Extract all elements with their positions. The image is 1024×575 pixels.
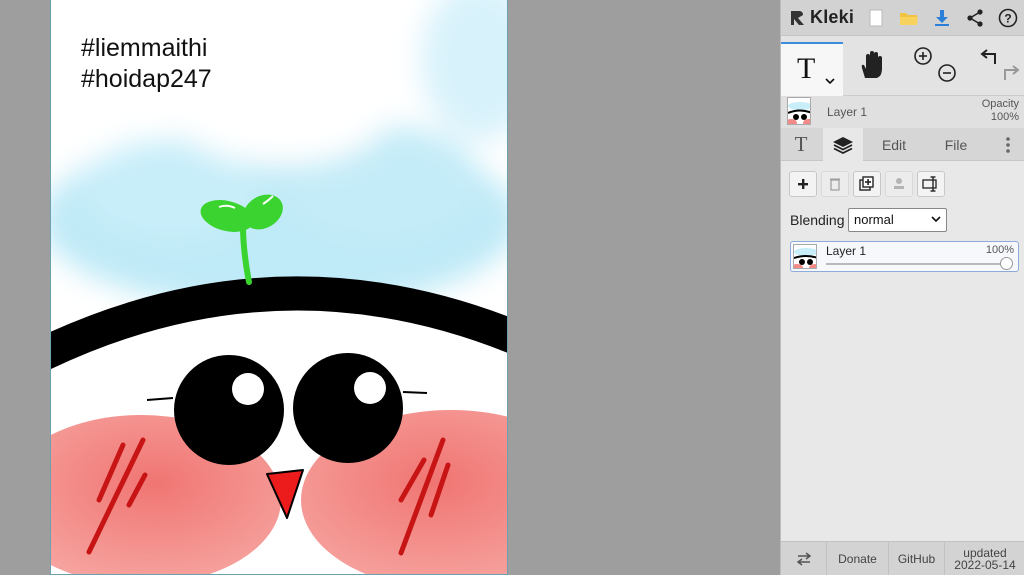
layer-opacity-readout: Opacity 100% xyxy=(982,98,1019,124)
canvas-text-line-1: #liemmaithi xyxy=(81,34,208,62)
share-icon xyxy=(967,8,983,27)
right-eyelash xyxy=(402,391,428,394)
current-layer-thumbnail[interactable] xyxy=(787,97,811,125)
drawing-canvas[interactable]: #liemmaithi #hoidap247 xyxy=(50,0,508,575)
updated-info[interactable]: updated 2022-05-14 xyxy=(945,542,1024,575)
tab-text[interactable]: T xyxy=(781,128,821,161)
layer-list-item[interactable]: Layer 1 100% xyxy=(790,241,1019,272)
text-tool-button[interactable]: T xyxy=(781,42,843,96)
undo-icon[interactable] xyxy=(980,49,996,64)
hand-tool-icon xyxy=(861,51,882,78)
kleki-logo-icon xyxy=(791,10,804,25)
hand-tool-button[interactable] xyxy=(849,50,893,86)
zoom-controls xyxy=(909,44,957,92)
blending-select[interactable]: normal xyxy=(848,208,947,232)
new-file-button[interactable] xyxy=(859,0,892,36)
tab-edit[interactable]: Edit xyxy=(869,128,919,161)
blending-value: normal xyxy=(854,212,894,227)
help-icon: ? xyxy=(999,8,1018,27)
merge-down-button[interactable] xyxy=(885,171,913,197)
right-eye xyxy=(293,353,403,463)
open-file-button[interactable] xyxy=(892,0,925,36)
zoom-out-icon[interactable] xyxy=(938,64,956,82)
download-button[interactable] xyxy=(926,0,959,36)
current-layer-info: Layer 1 Opacity 100% xyxy=(781,96,1024,128)
rename-layer-button[interactable] xyxy=(917,171,945,197)
undo-redo-controls xyxy=(977,44,1023,92)
donate-link[interactable]: Donate xyxy=(827,542,889,575)
swap-arrows-icon xyxy=(796,552,811,566)
tool-row: T xyxy=(781,36,1024,96)
updated-date: 2022-05-14 xyxy=(954,558,1016,572)
layer-opacity-slider-handle[interactable] xyxy=(1000,257,1013,270)
layers-panel: Blending normal Layer 1 100% xyxy=(781,161,1024,541)
panel-tabs: T Edit File xyxy=(781,128,1024,161)
layer-name: Layer 1 xyxy=(826,244,867,258)
canvas-workspace[interactable]: #liemmaithi #hoidap247 xyxy=(0,0,780,575)
text-tab-icon: T xyxy=(794,132,808,156)
app-name: Kleki xyxy=(810,7,855,27)
layer-opacity-slider[interactable] xyxy=(826,263,1009,265)
layer-opacity: 100% xyxy=(985,244,1014,256)
delete-layer-button[interactable] xyxy=(821,171,849,197)
svg-text:?: ? xyxy=(1005,11,1012,25)
duplicate-layer-icon xyxy=(859,176,874,191)
sidebar-footer: Donate GitHub updated 2022-05-14 xyxy=(781,541,1024,575)
top-bar: Kleki ? xyxy=(781,0,1024,36)
duplicate-layer-button[interactable] xyxy=(853,171,881,197)
more-vertical-icon xyxy=(1006,136,1010,153)
rename-layer-icon xyxy=(922,176,937,192)
chevron-down-icon[interactable] xyxy=(825,74,835,88)
delete-layer-icon xyxy=(830,178,840,191)
canvas-text-line-2: #hoidap247 xyxy=(81,65,212,93)
tab-layers[interactable] xyxy=(823,128,863,161)
left-eye-highlight xyxy=(232,373,264,405)
add-layer-icon xyxy=(798,179,808,189)
open-folder-icon xyxy=(899,12,918,25)
share-button[interactable] xyxy=(959,0,992,36)
current-layer-name: Layer 1 xyxy=(827,105,868,119)
redo-icon[interactable] xyxy=(1004,65,1020,80)
opacity-value: 100% xyxy=(990,111,1019,123)
layer-thumbnail xyxy=(793,244,817,269)
github-link[interactable]: GitHub xyxy=(889,542,945,575)
layers-icon xyxy=(833,136,853,154)
blending-label: Blending xyxy=(790,212,845,228)
zoom-in-icon[interactable] xyxy=(914,47,932,65)
left-eye xyxy=(174,355,284,465)
add-layer-button[interactable] xyxy=(789,171,817,197)
download-icon xyxy=(935,9,950,26)
merge-down-icon xyxy=(894,178,904,189)
help-button[interactable]: ? xyxy=(992,0,1024,36)
kleki-logo[interactable]: Kleki xyxy=(781,0,859,36)
swap-side-button[interactable] xyxy=(781,542,827,575)
chevron-down-icon xyxy=(931,216,941,223)
right-eye-highlight xyxy=(354,372,386,404)
opacity-label: Opacity xyxy=(981,98,1019,110)
sidebar: Kleki ? T Layer 1 Opacity 100% T Edit Fi… xyxy=(780,0,1024,575)
more-menu-button[interactable] xyxy=(993,128,1023,161)
new-file-icon xyxy=(869,9,883,26)
tab-file[interactable]: File xyxy=(931,128,981,161)
text-tool-icon: T xyxy=(797,52,816,85)
